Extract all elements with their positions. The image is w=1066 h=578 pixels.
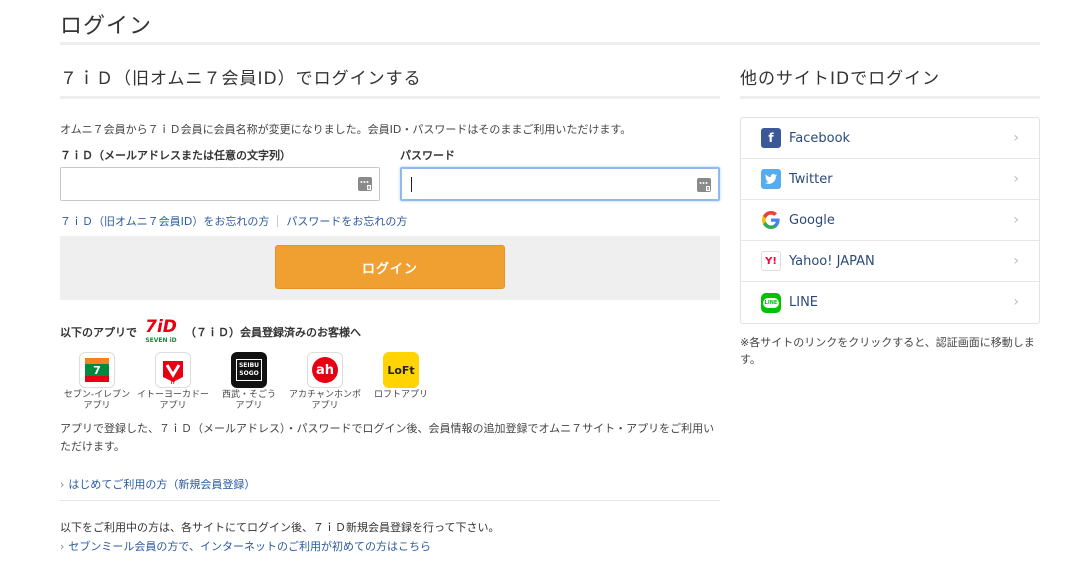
chevron-right-icon: › (60, 478, 65, 491)
password-input-box (400, 167, 720, 201)
forgot-id-link[interactable]: ７ｉＤ（旧オムニ７会員ID）をお忘れの方 (60, 213, 269, 229)
social-label: Facebook (789, 130, 851, 146)
text-caret (411, 177, 412, 192)
chevron-right-icon: › (60, 540, 65, 553)
social-section-divider (740, 96, 1040, 99)
yahoo-icon: Y! (761, 251, 781, 271)
social-label: Twitter (789, 171, 833, 187)
app-item-seibu-sogo[interactable]: SEIBU SOGO 西武・そごう アプリ (212, 352, 286, 412)
chevron-right-icon: › (1013, 253, 1019, 269)
seibu-sogo-icon: SEIBU SOGO (231, 352, 267, 388)
app-item-seven-eleven[interactable]: 7 セブン-イレブン アプリ (60, 352, 134, 412)
page-title: ログイン (60, 14, 153, 39)
google-icon (761, 210, 781, 230)
rename-notice: オムニ７会員から７ｉＤ会員に会員名称が変更になりました。会員ID・パスワードはそ… (60, 123, 632, 136)
chevron-right-icon: › (1013, 130, 1019, 146)
app-item-akachan-honpo[interactable]: ah アカチャンホンポ アプリ (288, 352, 362, 412)
other-sites-note: 以下をご利用中の方は、各サイトにてログイン後、７ｉＤ新規会員登録を行って下さい。 (60, 521, 500, 534)
akachan-honpo-icon: ah (307, 352, 343, 388)
seven-meal-link-label: セブンミール会員の方で、インターネットのご利用が初めての方はこちら (68, 540, 431, 553)
social-item-yahoo[interactable]: Y! Yahoo! JAPAN › (741, 241, 1039, 282)
divider (60, 500, 720, 501)
id-field-group: ７ｉＤ（メールアドレスまたは任意の文字列） (60, 147, 380, 201)
social-item-twitter[interactable]: Twitter › (741, 159, 1039, 200)
social-section-title: 他のサイトIDでログイン (740, 69, 941, 89)
link-separator (277, 215, 279, 227)
app-item-itoyokado[interactable]: IY イトーヨーカドー アプリ (136, 352, 210, 412)
social-login-list: f Facebook › Twitter › Google › Y! Yahoo… (740, 117, 1040, 324)
login-section: ７ｉＤ（旧オムニ７会員ID）でログインする オムニ７会員から７ｉＤ会員に会員名称… (60, 64, 720, 554)
app-list: 7 セブン-イレブン アプリ IY イトーヨーカドー アプリ SEIBU SOG… (60, 352, 720, 412)
password-manager-icon[interactable] (357, 176, 373, 192)
social-login-section: 他のサイトIDでログイン f Facebook › Twitter › Goog… (740, 64, 1040, 368)
apps-description: アプリで登録した、７ｉＤ（メールアドレス）・パスワードでログイン後、会員情報の追… (60, 422, 715, 453)
app-label: イトーヨーカドー アプリ (136, 390, 209, 411)
app-label: 西武・そごう アプリ (221, 390, 276, 411)
chevron-right-icon: › (1013, 294, 1019, 310)
seven-id-logo-subtext: SEVEN iD (145, 337, 177, 344)
line-icon: LINE (761, 292, 781, 313)
section-divider (60, 96, 720, 99)
apps-heading: 以下のアプリで 7iD SEVEN iD （７ｉＤ）会員登録済みのお客様へ (60, 318, 720, 346)
apps-heading-suffix: （７ｉＤ）会員登録済みのお客様へ (185, 326, 361, 339)
social-label: Yahoo! JAPAN (789, 253, 875, 269)
id-input-box (60, 167, 380, 201)
title-divider (60, 42, 1040, 45)
id-input[interactable] (61, 168, 379, 200)
id-label: ７ｉＤ（メールアドレスまたは任意の文字列） (60, 149, 291, 162)
app-badge: SEIBU SOGO (236, 359, 262, 381)
seven-id-logo: 7iD SEVEN iD (141, 318, 181, 346)
app-badge: LoFt (387, 363, 415, 377)
app-item-loft[interactable]: LoFt ロフトアプリ (364, 352, 438, 412)
app-label: アカチャンホンポ アプリ (289, 390, 361, 411)
chevron-right-icon: › (1013, 212, 1019, 228)
seven-meal-link[interactable]: › セブンミール会員の方で、インターネットのご利用が初めての方はこちら (60, 538, 720, 554)
social-item-facebook[interactable]: f Facebook › (741, 118, 1039, 159)
password-input[interactable] (402, 169, 718, 199)
forgot-password-link[interactable]: パスワードをお忘れの方 (286, 213, 407, 229)
section-title: ７ｉＤ（旧オムニ７会員ID）でログインする (60, 69, 422, 89)
login-button-area: ログイン (60, 236, 720, 300)
twitter-icon (761, 169, 781, 189)
password-manager-icon[interactable] (696, 177, 712, 193)
social-label: Google (789, 212, 835, 228)
password-field-group: パスワード (400, 147, 720, 201)
loft-icon: LoFt (383, 352, 419, 388)
app-badge: ah (312, 357, 338, 383)
login-button[interactable]: ログイン (275, 245, 505, 289)
app-badge: 7 (93, 364, 101, 377)
seven-eleven-icon: 7 (79, 352, 115, 388)
social-item-google[interactable]: Google › (741, 200, 1039, 241)
login-fields: ７ｉＤ（メールアドレスまたは任意の文字列） パスワード (60, 147, 720, 201)
itoyokado-icon: IY (155, 352, 191, 388)
app-label: ロフトアプリ (373, 390, 428, 400)
facebook-icon: f (761, 128, 781, 148)
apps-heading-prefix: 以下のアプリで (60, 326, 137, 339)
social-item-line[interactable]: LINE LINE › (741, 282, 1039, 323)
app-label: セブン-イレブン アプリ (63, 390, 131, 411)
social-note: ※各サイトのリンクをクリックすると、認証画面に移動します。 (740, 336, 1035, 366)
password-label: パスワード (400, 149, 455, 162)
social-label: LINE (789, 295, 819, 310)
chevron-right-icon: › (1013, 171, 1019, 187)
seven-id-logo-text: 7iD (145, 317, 177, 337)
forgot-links: ７ｉＤ（旧オムニ７会員ID）をお忘れの方 パスワードをお忘れの方 (60, 213, 720, 229)
first-time-link-label: はじめてご利用の方（新規会員登録） (68, 478, 256, 491)
first-time-link[interactable]: › はじめてご利用の方（新規会員登録） (60, 476, 720, 491)
app-badge: IY (171, 380, 175, 385)
